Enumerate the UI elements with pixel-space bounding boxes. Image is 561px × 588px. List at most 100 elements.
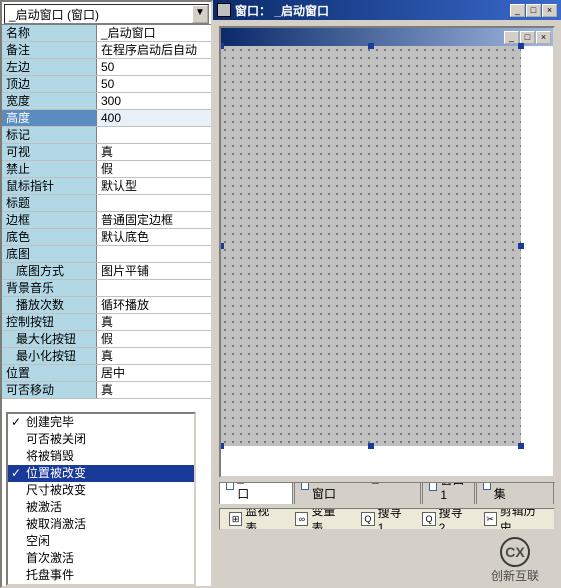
- property-value[interactable]: 50: [97, 59, 211, 75]
- object-selector-combo[interactable]: _启动窗口 (窗口) ▼: [4, 4, 209, 24]
- tab-icon: [483, 482, 491, 490]
- property-name: 禁止: [2, 161, 97, 177]
- resize-handle[interactable]: [518, 43, 524, 49]
- property-row[interactable]: 底色默认底色: [2, 229, 211, 246]
- property-row[interactable]: 边框普通固定边框: [2, 212, 211, 229]
- resize-handle[interactable]: [219, 443, 224, 449]
- tool-tab[interactable]: ⊞监视表: [224, 508, 284, 530]
- resize-handle[interactable]: [219, 243, 224, 249]
- tool-tab[interactable]: Q搜寻2: [417, 508, 472, 530]
- property-value[interactable]: _启动窗口: [97, 25, 211, 41]
- property-row[interactable]: 可否移动真: [2, 382, 211, 399]
- editor-tab[interactable]: 窗口程序集_启动窗口: [294, 482, 422, 504]
- resize-handle[interactable]: [368, 443, 374, 449]
- tab-label: _启动窗口: [237, 482, 286, 502]
- property-row[interactable]: 高度400: [2, 110, 211, 127]
- close-icon[interactable]: ×: [542, 4, 557, 17]
- property-name: 位置: [2, 365, 97, 381]
- property-value[interactable]: 普通固定边框: [97, 212, 211, 228]
- property-row[interactable]: 最小化按钮真: [2, 348, 211, 365]
- tool-label: 剪辑历史: [500, 508, 545, 530]
- tool-tab[interactable]: Q搜寻1: [356, 508, 411, 530]
- editor-tab[interactable]: 窗口程序集: [476, 482, 555, 504]
- property-name: 宽度: [2, 93, 97, 109]
- property-value[interactable]: 假: [97, 331, 211, 347]
- property-row[interactable]: 鼠标指针默认型: [2, 178, 211, 195]
- property-name: 可否移动: [2, 382, 97, 398]
- property-value[interactable]: 假: [97, 161, 211, 177]
- event-item[interactable]: 将被销毁: [8, 448, 194, 465]
- property-row[interactable]: 标记: [2, 127, 211, 144]
- property-row[interactable]: 最大化按钮假: [2, 331, 211, 348]
- resize-handle[interactable]: [368, 43, 374, 49]
- property-row[interactable]: 备注在程序启动后自动: [2, 42, 211, 59]
- property-value[interactable]: [97, 127, 211, 143]
- tool-icon: ∞: [295, 512, 308, 526]
- property-value[interactable]: 居中: [97, 365, 211, 381]
- tool-tab[interactable]: ✂剪辑历史: [479, 508, 551, 530]
- property-row[interactable]: 宽度300: [2, 93, 211, 110]
- tool-label: 搜寻1: [378, 508, 407, 530]
- event-item[interactable]: 被取消激活: [8, 516, 194, 533]
- event-item[interactable]: 尺寸被改变: [8, 482, 194, 499]
- property-name: 底图方式: [2, 263, 97, 279]
- tool-label: 监视表: [245, 508, 279, 530]
- property-value[interactable]: 真: [97, 314, 211, 330]
- property-value[interactable]: 在程序启动后自动: [97, 42, 211, 58]
- resize-handle[interactable]: [518, 443, 524, 449]
- property-value[interactable]: 默认型: [97, 178, 211, 194]
- tab-label: 窗口程序集_启动窗口: [312, 482, 414, 502]
- property-value[interactable]: 图片平铺: [97, 263, 211, 279]
- logo-mark: CX: [500, 537, 530, 567]
- property-row[interactable]: 标题: [2, 195, 211, 212]
- property-value[interactable]: 400: [97, 110, 211, 126]
- property-row[interactable]: 底图: [2, 246, 211, 263]
- form-surface[interactable]: [221, 46, 521, 446]
- property-value[interactable]: 真: [97, 144, 211, 160]
- event-item[interactable]: 创建完毕: [8, 414, 194, 431]
- tab-icon: [301, 482, 309, 490]
- maximize-icon[interactable]: □: [526, 4, 541, 17]
- property-name: 最小化按钮: [2, 348, 97, 364]
- editor-tab[interactable]: _启动窗口: [219, 482, 293, 504]
- property-row[interactable]: 可视真: [2, 144, 211, 161]
- event-item[interactable]: 空闲: [8, 533, 194, 550]
- property-value[interactable]: 默认底色: [97, 229, 211, 245]
- property-row[interactable]: 背景音乐: [2, 280, 211, 297]
- event-item[interactable]: 可否被关闭: [8, 431, 194, 448]
- event-item[interactable]: 位置被改变: [8, 465, 194, 482]
- property-value[interactable]: 真: [97, 348, 211, 364]
- property-row[interactable]: 控制按钮真: [2, 314, 211, 331]
- tool-tab[interactable]: ∞变量表: [290, 508, 350, 530]
- property-row[interactable]: 底图方式图片平铺: [2, 263, 211, 280]
- minimize-icon[interactable]: _: [510, 4, 525, 17]
- property-row[interactable]: 禁止假: [2, 161, 211, 178]
- editor-tabs: _启动窗口 窗口程序集_启动窗口窗口1窗口程序集: [219, 482, 555, 504]
- property-value[interactable]: [97, 280, 211, 296]
- property-value[interactable]: 循环播放: [97, 297, 211, 313]
- chevron-down-icon[interactable]: ▼: [192, 5, 208, 23]
- property-value[interactable]: [97, 195, 211, 211]
- event-item[interactable]: 被激活: [8, 499, 194, 516]
- tool-label: 变量表: [311, 508, 345, 530]
- editor-tab[interactable]: 窗口1: [422, 482, 474, 504]
- property-row[interactable]: 位置居中: [2, 365, 211, 382]
- property-row[interactable]: 名称_启动窗口: [2, 25, 211, 42]
- event-item[interactable]: 首次激活: [8, 550, 194, 567]
- property-row[interactable]: 播放次数循环播放: [2, 297, 211, 314]
- designer-titlebar: 窗口： _启动窗口 _ □ ×: [213, 0, 561, 20]
- watermark-logo: CX 创新互联: [475, 536, 555, 584]
- property-value[interactable]: 300: [97, 93, 211, 109]
- property-value[interactable]: 50: [97, 76, 211, 92]
- property-row[interactable]: 顶边50: [2, 76, 211, 93]
- form-close-icon: ×: [536, 31, 551, 44]
- property-row[interactable]: 左边50: [2, 59, 211, 76]
- resize-handle[interactable]: [219, 43, 224, 49]
- resize-handle[interactable]: [518, 243, 524, 249]
- property-name: 可视: [2, 144, 97, 160]
- property-value[interactable]: [97, 246, 211, 262]
- design-canvas[interactable]: _ □ ×: [219, 26, 555, 478]
- event-item[interactable]: 托盘事件: [8, 567, 194, 584]
- property-value[interactable]: 真: [97, 382, 211, 398]
- property-name: 边框: [2, 212, 97, 228]
